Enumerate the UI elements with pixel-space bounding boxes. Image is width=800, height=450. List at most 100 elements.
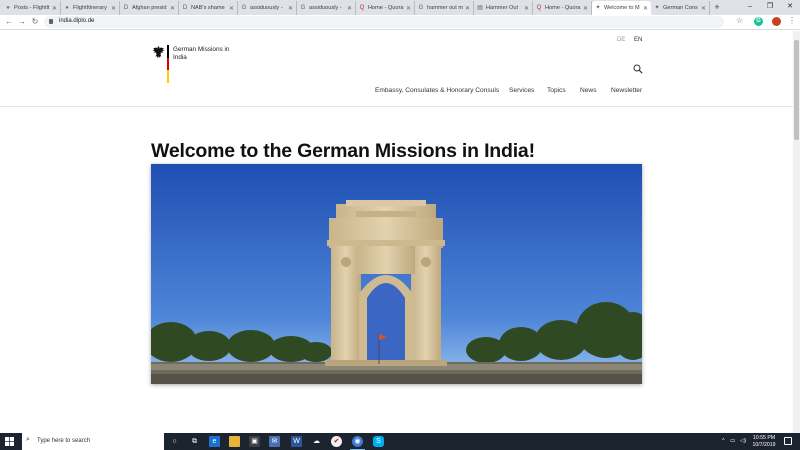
tab-close-icon[interactable]: ✕ <box>524 5 529 12</box>
mail-icon[interactable]: ✉ <box>269 436 280 447</box>
site-name[interactable]: German Missions in India <box>173 46 233 61</box>
language-en-link[interactable]: EN <box>634 37 642 43</box>
cortana-icon[interactable]: ○ <box>169 436 180 447</box>
browser-tab[interactable]: Gassiduously - ✕ <box>297 1 356 15</box>
task-check-icon[interactable]: ✔ <box>331 436 342 447</box>
tab-title: Afghan presid <box>132 5 167 11</box>
profile-avatar[interactable] <box>772 17 781 26</box>
tab-title: Posts - Flightlt <box>14 5 50 11</box>
edge-browser-icon[interactable]: e <box>209 436 220 447</box>
tab-close-icon[interactable]: ✕ <box>347 5 352 12</box>
taskbar-clock[interactable]: 10:55 PM 10/7/2019 <box>750 435 778 448</box>
tab-title: Hammer Out <box>486 5 519 11</box>
new-tab-button[interactable]: + <box>712 1 722 13</box>
tab-close-icon[interactable]: ✕ <box>406 5 411 12</box>
taskbar-search-box[interactable]: ⌕ Type here to search <box>22 433 164 450</box>
windows-start-icon[interactable] <box>5 437 14 446</box>
skype-icon[interactable]: S <box>373 436 384 447</box>
nav-services[interactable]: Services <box>509 87 534 94</box>
language-de-link[interactable]: DE <box>617 37 625 43</box>
file-explorer-icon[interactable] <box>229 436 240 447</box>
web-page: German Missions in India DE EN Embassy, … <box>0 31 793 433</box>
browser-tab-strip: ● Posts - Flightlt ✕ ● FlightItinerary ✕ D Afgh… <box>0 0 800 15</box>
nav-news[interactable]: News <box>580 87 597 94</box>
search-icon[interactable] <box>633 64 643 74</box>
tab-title: NAB's shame <box>191 5 225 11</box>
nav-newsletter[interactable]: Newsletter <box>611 87 642 94</box>
tab-favicon-icon: ● <box>6 5 10 11</box>
maximize-button[interactable]: ❐ <box>760 0 780 14</box>
browser-tab[interactable]: ● Posts - Flightlt ✕ <box>2 1 61 15</box>
tab-title: Home - Quora <box>368 5 404 11</box>
network-icon[interactable]: ▭ <box>730 438 735 444</box>
clock-time: 10:55 PM <box>752 435 776 441</box>
notification-center-icon[interactable] <box>784 437 792 445</box>
forward-arrow-icon[interactable]: → <box>16 16 28 28</box>
browser-tab[interactable]: ● FlightItinerary ✕ <box>61 1 120 15</box>
tab-title: Home - Quora <box>545 5 581 11</box>
browser-tab[interactable]: Gassiduously - ✕ <box>238 1 297 15</box>
tab-favicon-icon: ▤ <box>477 5 483 11</box>
page-headline: Welcome to the German Missions in India! <box>151 140 535 162</box>
tab-favicon-icon: D <box>182 5 188 11</box>
lock-icon <box>49 19 53 24</box>
site-name-line1: German Missions in <box>173 46 230 53</box>
hero-image-india-gate <box>151 164 642 384</box>
nav-topics[interactable]: Topics <box>547 87 566 94</box>
tab-favicon-icon: G <box>300 5 306 11</box>
federal-eagle-icon[interactable] <box>152 45 165 59</box>
tab-favicon-icon: Q <box>359 5 365 11</box>
tab-favicon-icon: ✦ <box>654 5 660 11</box>
tab-title: assiduously - <box>250 5 283 11</box>
back-arrow-icon[interactable]: ← <box>3 16 15 28</box>
browser-tab[interactable]: Q Home - Quora ✕ <box>356 1 415 15</box>
weather-cloud-icon[interactable]: ☁ <box>311 436 322 447</box>
store-icon[interactable]: ▣ <box>249 436 260 447</box>
nav-embassy-consulates[interactable]: Embassy, Consulates & Honorary Consuls <box>375 87 499 94</box>
german-flag-stripe <box>167 45 169 83</box>
browser-tab[interactable]: ▤ Hammer Out ✕ <box>474 1 533 15</box>
tab-close-icon[interactable]: ✕ <box>170 5 175 12</box>
tab-favicon-icon: G <box>418 5 424 11</box>
tab-favicon-icon: Q <box>536 5 542 11</box>
tab-title: German Cons <box>663 5 698 11</box>
browser-tab[interactable]: D NAB's shame ✕ <box>179 1 238 15</box>
scrollbar-thumb[interactable] <box>794 40 799 140</box>
browser-toolbar: ← → ↻ india.diplo.de <box>0 15 800 30</box>
browser-tab[interactable]: D Afghan presid ✕ <box>120 1 179 15</box>
chrome-icon[interactable]: ◉ <box>350 436 365 450</box>
task-view-icon[interactable]: ⧉ <box>189 436 200 447</box>
tab-title: assiduously - <box>309 5 342 11</box>
tab-close-icon[interactable]: ✕ <box>465 5 470 12</box>
tab-favicon-icon: G <box>241 5 247 11</box>
word-icon[interactable]: W <box>291 436 302 447</box>
tab-favicon-icon: ● <box>65 5 69 11</box>
tab-close-icon[interactable]: ✕ <box>701 5 706 12</box>
tab-favicon-icon: D <box>123 5 129 11</box>
browser-menu-icon[interactable]: ⋮ <box>788 16 796 25</box>
search-icon: ⌕ <box>26 436 30 443</box>
address-bar[interactable]: india.diplo.de <box>44 16 724 28</box>
close-window-button[interactable]: ✕ <box>780 0 800 14</box>
browser-tab[interactable]: ✦ Welcome to M ✕ <box>592 1 651 15</box>
site-name-line2: India <box>173 53 187 61</box>
tab-close-icon[interactable]: ✕ <box>111 5 116 12</box>
tab-close-icon[interactable]: ✕ <box>288 5 293 12</box>
minimize-button[interactable]: – <box>740 0 760 14</box>
tab-close-icon[interactable]: ✕ <box>52 5 57 12</box>
browser-tab[interactable]: Q Home - Quora ✕ <box>533 1 592 15</box>
tab-title: FlightItinerary <box>73 5 107 11</box>
tab-close-icon[interactable]: ✕ <box>583 5 588 12</box>
reload-icon[interactable]: ↻ <box>29 16 41 28</box>
bookmark-star-icon[interactable]: ☆ <box>736 16 743 25</box>
grammarly-extension-icon[interactable]: G <box>754 17 763 26</box>
india-gate-illustration <box>151 164 642 384</box>
browser-tab[interactable]: ✦ German Cons ✕ <box>651 1 710 15</box>
tab-close-icon[interactable]: ✕ <box>229 5 234 12</box>
clock-date: 10/7/2019 <box>752 441 776 448</box>
volume-icon[interactable]: ◁) <box>740 438 746 444</box>
tray-chevron-icon[interactable]: ^ <box>722 438 725 444</box>
tab-close-icon[interactable]: ✕ <box>643 5 648 12</box>
tab-favicon-icon: ✦ <box>595 5 601 11</box>
browser-tab[interactable]: Ghammer out m ✕ <box>415 1 474 15</box>
